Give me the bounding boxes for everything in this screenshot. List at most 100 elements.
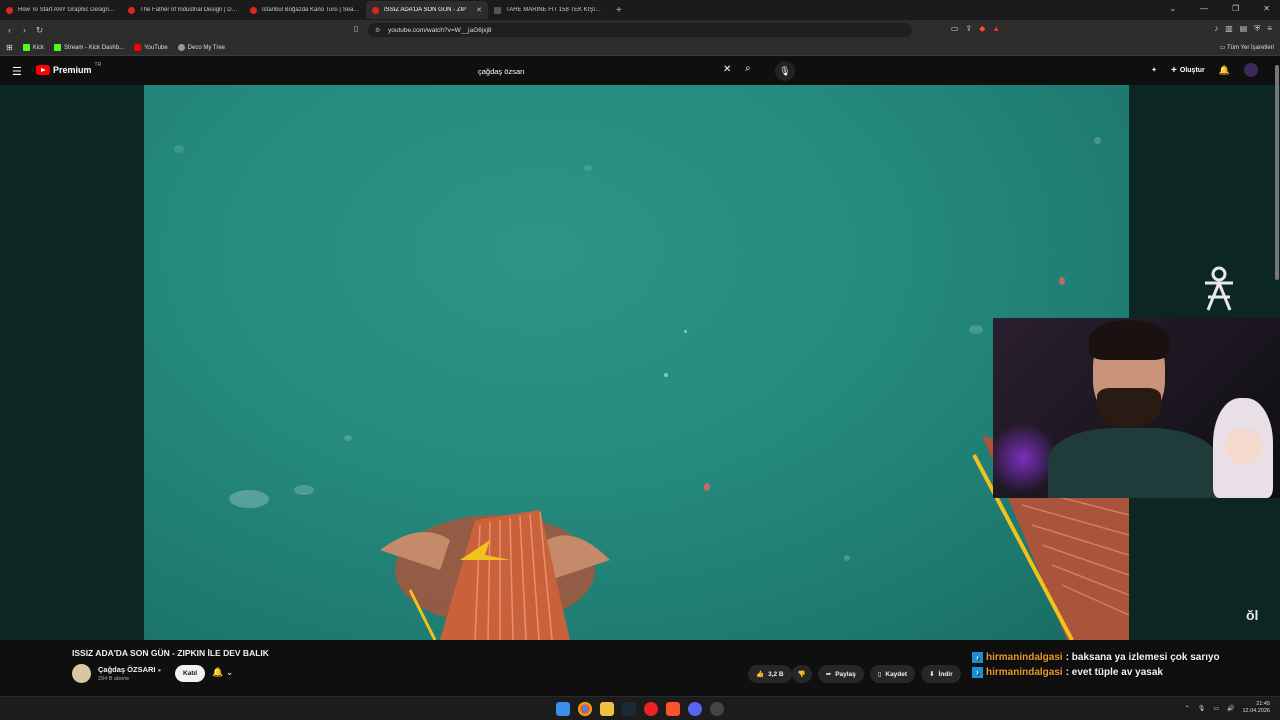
clock-time: 21:45	[1256, 701, 1270, 707]
wallet-icon[interactable]: ▤	[1240, 24, 1248, 34]
bookmark-label: YouTube	[144, 44, 168, 51]
close-tab-icon[interactable]: ✕	[476, 6, 482, 14]
particle	[294, 485, 314, 495]
share-arrow-icon: ➦	[825, 671, 832, 678]
particle	[684, 330, 687, 333]
url-field[interactable]: ⚙ youtube.com/watch?v=W__jaG6jxj8	[368, 23, 912, 37]
opera-icon[interactable]	[644, 702, 658, 716]
globe-icon	[177, 44, 185, 51]
download-button[interactable]: ⬇ İndir	[921, 665, 961, 683]
vpn-icon[interactable]: ⛨	[1254, 24, 1260, 34]
streamer-hair	[1089, 320, 1169, 360]
youtube-favicon-icon	[250, 6, 257, 14]
chat-badge-icon: ›	[972, 667, 983, 678]
video-player[interactable]: ŏl	[0, 85, 1280, 640]
bookmark-save-icon: ▯	[877, 671, 882, 678]
discord-icon[interactable]	[688, 702, 702, 716]
brave-rewards-icon[interactable]: ▲	[992, 24, 1000, 34]
system-clock[interactable]: 21:45 12.04.2026	[1242, 701, 1270, 715]
verified-icon: ●	[157, 668, 162, 674]
subscribe-bell-icon[interactable]: 🔔 ⌄	[212, 667, 233, 678]
youtube-favicon-icon	[6, 6, 13, 14]
chat-message: › hirmanindalgasi : evet tüple av yasak	[972, 667, 1272, 678]
particle	[844, 555, 850, 561]
clear-search-icon[interactable]: ✕	[723, 64, 731, 75]
bookmark-kick[interactable]: Kick	[22, 44, 44, 51]
share-button[interactable]: ➦ Paylaş	[817, 665, 864, 683]
tray-overflow-icon[interactable]: ⌃	[1185, 705, 1190, 712]
site-info-icon[interactable]: ⚙	[375, 27, 380, 34]
hamburger-menu-icon[interactable]: ☰	[12, 65, 22, 78]
page-scrollbar[interactable]	[1274, 57, 1280, 287]
obs-icon[interactable]	[710, 702, 724, 716]
search-icon[interactable]: ⌕	[745, 63, 751, 74]
tab-search-icon[interactable]: ⌄	[1169, 4, 1176, 13]
chat-username: hirmanindalgasi	[986, 652, 1063, 663]
like-button[interactable]: 👍 3,2 B	[748, 665, 792, 683]
windows-taskbar: ⌃ 🎙 ▭ 🔊 21:45 12.04.2026	[0, 696, 1280, 720]
apps-grid-icon[interactable]: ⊞	[6, 43, 13, 52]
voice-search-icon[interactable]: 🎙	[775, 61, 795, 81]
share-label: Paylaş	[835, 670, 856, 678]
brave-shield-icon[interactable]: ◆	[979, 24, 985, 34]
plus-icon: +	[1171, 64, 1177, 76]
youtube-favicon-icon	[372, 6, 379, 14]
file-explorer-icon[interactable]	[600, 702, 614, 716]
browser-tab[interactable]: How To Start ANY Graphic Design Fr	[0, 1, 122, 19]
dislike-button[interactable]: 👎	[791, 665, 812, 683]
notifications-bell-icon[interactable]: 🔔	[1219, 65, 1230, 76]
create-label: Oluştur	[1179, 66, 1205, 74]
brave-icon[interactable]	[666, 702, 680, 716]
forward-icon[interactable]: ›	[17, 25, 32, 35]
url-text: youtube.com/watch?v=W__jaG6jxj8	[388, 26, 492, 34]
network-icon[interactable]: ▭	[1213, 705, 1219, 712]
create-button[interactable]: + Oluştur	[1171, 65, 1205, 76]
youtube-favicon-icon	[128, 6, 135, 14]
steam-icon[interactable]	[622, 702, 636, 716]
avatar[interactable]	[1244, 63, 1258, 77]
youtube-play-icon	[36, 65, 50, 75]
channel-name[interactable]: Çağdaş ÖZSARI ●	[98, 665, 161, 674]
menu-icon[interactable]: ≡	[1267, 24, 1272, 34]
particle	[664, 373, 668, 377]
windows-start-icon[interactable]	[556, 702, 570, 716]
cast-icon[interactable]: ✦	[1151, 66, 1157, 74]
volume-icon[interactable]: 🔊	[1227, 705, 1234, 712]
chat-text: baksana ya izlemesi çok sarıyo	[1071, 652, 1220, 663]
particle	[229, 490, 269, 508]
bookmark-deco-my-tree[interactable]: Deco My Tree	[177, 44, 225, 51]
sidebar-icon[interactable]: ▥	[1225, 24, 1233, 34]
like-count: 3,2 B	[768, 670, 784, 678]
search-input[interactable]: çağdaş özsarı	[470, 62, 740, 80]
youtube-logo[interactable]: Premium TR	[36, 62, 102, 75]
new-tab-icon[interactable]: +	[616, 5, 622, 16]
minimize-icon[interactable]: —	[1200, 4, 1208, 13]
all-bookmarks[interactable]: ▭ Tüm Yer İşaretleri	[1220, 44, 1274, 51]
browser-tab-active[interactable]: ISSIZ ADA'DA SON GÜN - ZIP ✕	[366, 1, 488, 19]
back-icon[interactable]: ‹	[2, 25, 17, 35]
chat-message: › hirmanindalgasi : baksana ya izlemesi …	[972, 652, 1272, 663]
browser-tab[interactable]: The Father of Industrial Design | Dier	[122, 1, 244, 19]
bookmark-kick-dashboard[interactable]: Stream - Kick Dashb...	[54, 44, 124, 51]
anime-face	[1225, 428, 1263, 464]
bookmark-youtube[interactable]: YouTube	[134, 44, 168, 51]
watermark-icon: ŏl	[1246, 607, 1259, 623]
chrome-icon[interactable]	[578, 702, 592, 716]
browser-tab[interactable]: İstanbul Boğazda Kano Turu | Sea Ka	[244, 1, 366, 19]
cast-icon[interactable]: ▭	[951, 24, 959, 34]
mic-tray-icon[interactable]: 🎙	[1198, 705, 1206, 712]
extension-icon[interactable]: ♪	[1214, 24, 1218, 34]
channel-avatar[interactable]	[72, 664, 91, 683]
close-window-icon[interactable]: ✕	[1263, 4, 1270, 13]
particle	[344, 435, 352, 441]
save-button[interactable]: ▯ Kaydet	[869, 665, 916, 683]
reload-icon[interactable]: ↻	[32, 25, 47, 36]
scrollbar-thumb[interactable]	[1275, 65, 1279, 280]
share-icon[interactable]: ⇪	[965, 24, 972, 34]
browser-tab[interactable]: TAHE MARINE FIT 158 TEK KİŞİLİK Sİ	[488, 1, 610, 19]
bookmark-icon[interactable]: ▯	[354, 24, 358, 33]
join-button[interactable]: Katıl	[175, 665, 205, 682]
maximize-icon[interactable]: ❐	[1232, 4, 1239, 13]
particle	[1059, 277, 1065, 285]
country-badge: TR	[94, 62, 102, 68]
